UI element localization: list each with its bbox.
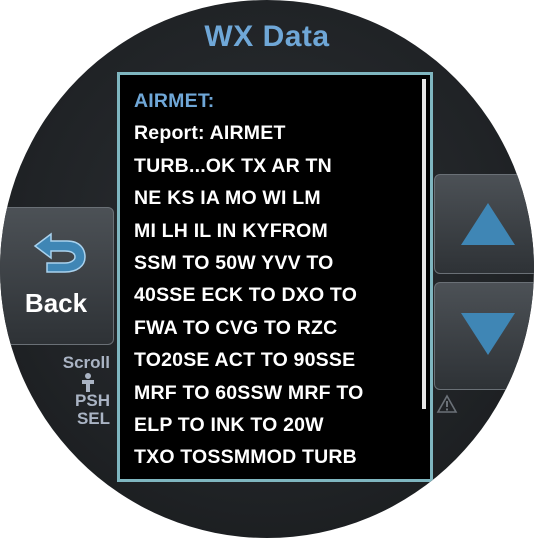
scrollbar[interactable] <box>422 79 426 409</box>
wx-report-text: AIRMET: Report: AIRMET TURB...OK TX AR T… <box>134 85 416 474</box>
report-line: SSM TO 50W YVV TO <box>134 251 334 274</box>
report-line: ELP TO INK TO 20W <box>134 413 324 436</box>
report-line: FWA TO CVG TO RZC <box>134 316 338 339</box>
knob-hint: Scroll PSH SEL <box>30 354 110 428</box>
page-title: WX Data <box>204 20 330 53</box>
report-line: TO20SE ACT TO 90SSE <box>134 349 356 372</box>
back-label: Back <box>24 288 88 318</box>
report-line: Report: AIRMET <box>134 122 286 145</box>
back-arrow-icon <box>33 232 86 273</box>
report-line: TURB...OK TX AR TN <box>134 154 332 177</box>
knob-hint-select: SEL <box>76 409 110 428</box>
report-line: NE KS IA MO WI LM <box>134 187 321 210</box>
report-line: TXO TOSSMMOD TURB <box>134 446 357 469</box>
back-button[interactable]: Back <box>0 207 114 345</box>
knob-hint-scroll: Scroll <box>62 353 110 372</box>
report-line: 40SSE ECK TO DXO TO <box>134 284 358 307</box>
wx-data-panel[interactable]: AIRMET: Report: AIRMET TURB...OK TX AR T… <box>117 72 433 482</box>
down-arrow-icon <box>461 313 515 355</box>
report-header: AIRMET: <box>134 90 215 112</box>
scroll-up-button[interactable] <box>434 174 534 274</box>
display-screen: WX Data AIRMET: Report: AIRMET TURB...OK… <box>0 0 534 538</box>
scroll-down-button[interactable] <box>434 282 534 390</box>
knob-icon <box>66 372 110 392</box>
up-arrow-icon <box>461 203 515 245</box>
knob-hint-push: PSH <box>75 391 110 410</box>
report-line: MI LH IL IN KYFROM <box>134 219 328 242</box>
caution-icon <box>436 394 458 413</box>
report-line: MRF TO 60SSW MRF TO <box>134 381 364 404</box>
